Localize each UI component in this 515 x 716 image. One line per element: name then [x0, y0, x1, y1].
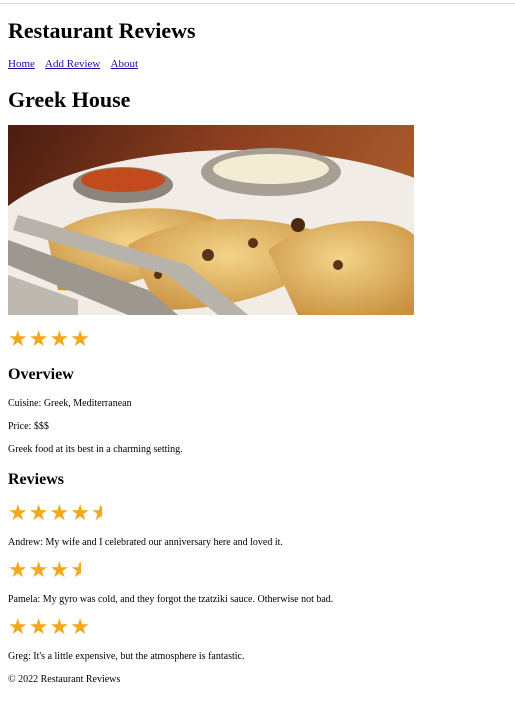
nav-add-review-link[interactable]: Add Review	[45, 58, 100, 70]
star-icon: ★	[8, 500, 29, 525]
half-star-icon: ★	[90, 502, 102, 524]
star-icon: ★	[49, 326, 71, 351]
star-icon: ★	[49, 557, 71, 582]
top-divider	[0, 3, 515, 4]
review-text: Andrew: My wife and I celebrated our ann…	[8, 537, 283, 548]
cuisine-text: Cuisine: Greek, Mediterranean	[8, 398, 132, 409]
star-icon: ★	[8, 557, 29, 582]
footer-text: © 2022 Restaurant Reviews	[8, 674, 121, 685]
restaurant-photo	[8, 125, 414, 315]
star-icon: ★	[28, 614, 50, 639]
star-icon: ★	[70, 326, 91, 351]
reviews-heading: Reviews	[8, 471, 64, 488]
star-icon: ★	[49, 614, 71, 639]
overview-heading: Overview	[8, 366, 74, 383]
star-icon: ★	[70, 614, 91, 639]
half-star-icon: ★	[70, 559, 82, 581]
star-icon: ★	[8, 326, 29, 351]
review-rating-stars: ★★★★★	[8, 502, 102, 524]
review-text: Pamela: My gyro was cold, and they forgo…	[8, 594, 334, 605]
review-rating-stars: ★★★★	[8, 616, 91, 638]
review-text: Greg: It's a little expensive, but the a…	[8, 651, 245, 662]
food-photo-illustration	[8, 125, 414, 315]
price-text: Price: $$$	[8, 421, 49, 432]
star-icon: ★	[28, 326, 50, 351]
site-title: Restaurant Reviews	[8, 18, 196, 43]
description-text: Greek food at its best in a charming set…	[8, 444, 183, 455]
star-icon: ★	[70, 500, 91, 525]
star-icon: ★	[8, 614, 29, 639]
star-icon: ★	[49, 500, 71, 525]
review-rating-stars: ★★★★	[8, 559, 81, 581]
main-nav: Home Add Review About	[8, 58, 146, 70]
star-icon: ★	[28, 557, 50, 582]
nav-home-link[interactable]: Home	[8, 58, 35, 70]
star-icon: ★	[28, 500, 50, 525]
restaurant-rating-stars: ★★★★	[8, 328, 91, 350]
nav-about-link[interactable]: About	[111, 58, 139, 70]
restaurant-name: Greek House	[8, 87, 131, 112]
